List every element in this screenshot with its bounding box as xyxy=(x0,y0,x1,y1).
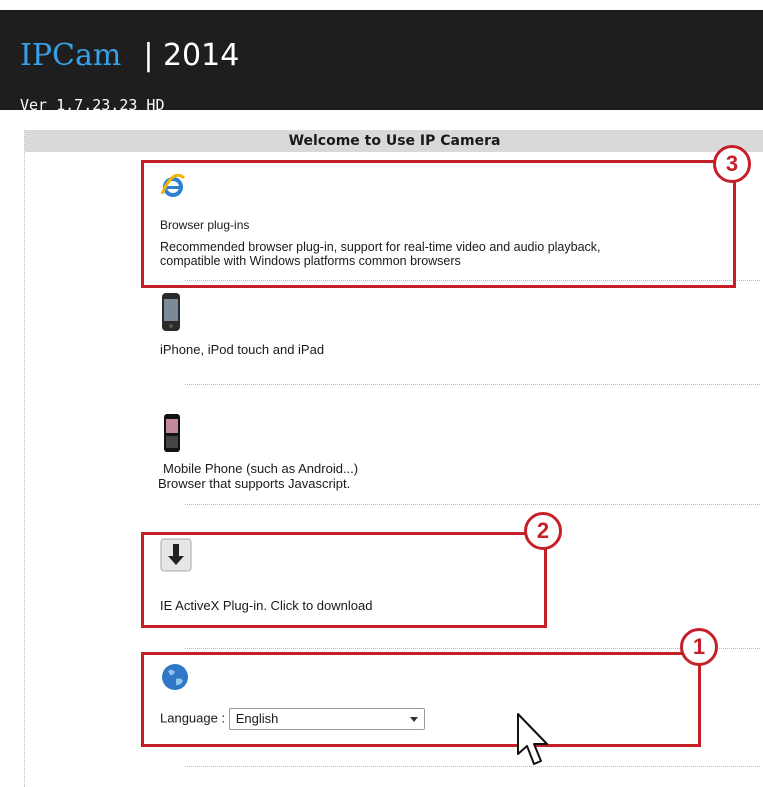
page-title: Welcome to Use IP Camera xyxy=(25,130,763,152)
divider xyxy=(185,504,760,505)
cursor-icon xyxy=(516,712,550,772)
divider xyxy=(185,766,760,767)
divider xyxy=(185,384,760,385)
iphone-label[interactable]: iPhone, iPod touch and iPad xyxy=(160,342,760,357)
mobile-desc: Browser that supports Javascript. xyxy=(158,476,351,491)
mobile-section[interactable]: Mobile Phone (such as Android...) Browse… xyxy=(158,413,760,491)
annotation-badge-2: 2 xyxy=(524,512,562,550)
iphone-section[interactable]: iPhone, iPod touch and iPad xyxy=(160,292,760,357)
annotation-box-2 xyxy=(141,532,547,628)
version-label: Ver 1.7.23.23 HD xyxy=(20,96,165,114)
top-bar: IPCam | 2014 Ver 1.7.23.23 HD xyxy=(0,0,763,114)
annotation-box-1 xyxy=(141,652,701,747)
android-phone-icon[interactable] xyxy=(163,413,760,453)
year-label: | 2014 xyxy=(143,38,240,73)
divider xyxy=(185,648,760,649)
annotation-badge-1: 1 xyxy=(680,628,718,666)
iphone-icon[interactable] xyxy=(160,292,760,332)
annotation-badge-3: 3 xyxy=(713,145,751,183)
brand: IPCam | 2014 xyxy=(20,38,239,73)
logo: IPCam xyxy=(20,38,122,73)
annotation-box-3 xyxy=(141,160,736,288)
mobile-label[interactable]: Mobile Phone (such as Android...) xyxy=(163,461,760,476)
